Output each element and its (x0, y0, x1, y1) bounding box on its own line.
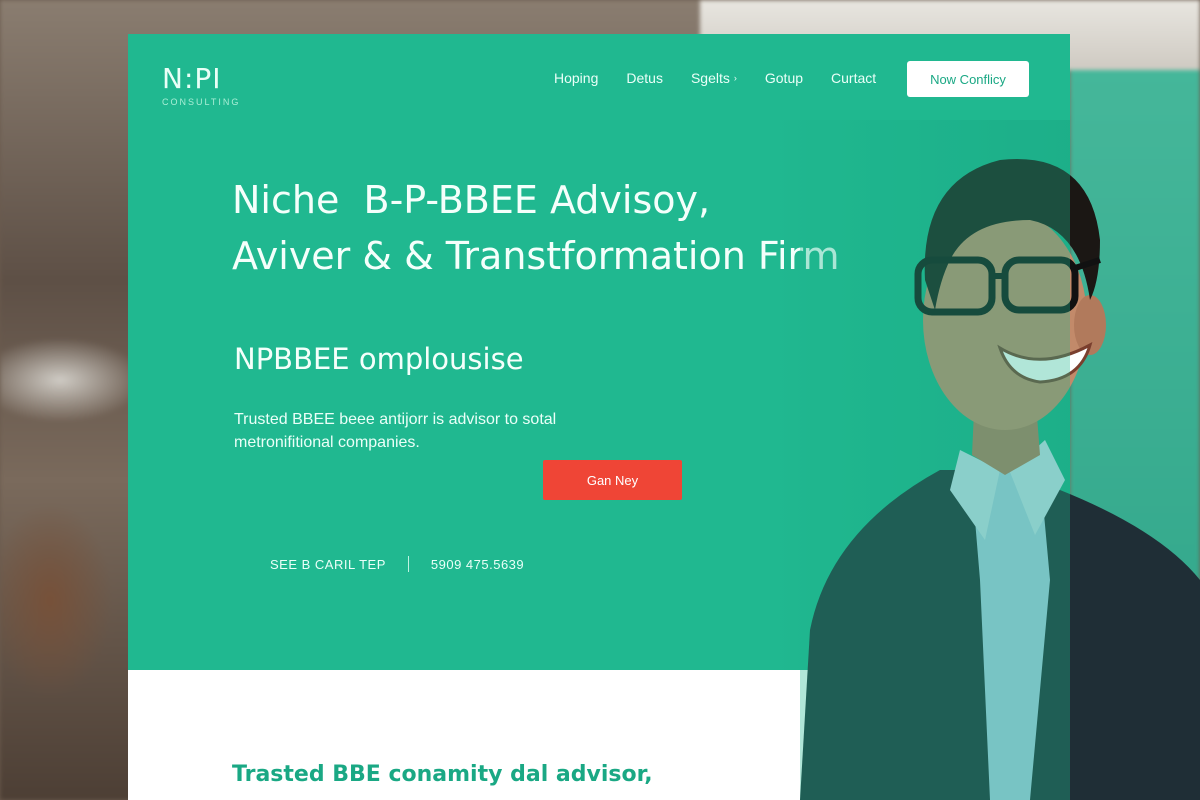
chevron-down-icon: › (733, 73, 737, 83)
section-title: Trasted BBE conamity dal advisor, (232, 762, 653, 787)
nav-label: Gotup (764, 70, 804, 86)
logo-tagline: CONSULTING (162, 97, 241, 107)
nav-item-hoping[interactable]: Hoping (554, 70, 598, 86)
hero-cta-button[interactable]: Gan Ney (543, 460, 682, 500)
hero-section: N:PI CONSULTING Hoping Detus Sgelts › Got… (128, 34, 1070, 670)
nav-label: Hoping (554, 70, 599, 86)
headline-line-1: Niche B-P-BBEE Advisoy, (232, 178, 711, 222)
nav-item-curtact[interactable]: Curtact (831, 70, 876, 86)
teal-wall (1070, 70, 1200, 800)
phone-number[interactable]: 5909 475.5639 (431, 557, 524, 572)
header-cta-button[interactable]: Now Conflicy (907, 61, 1029, 97)
divider (407, 556, 409, 572)
nav-item-sgelts[interactable]: Sgelts › (691, 70, 737, 86)
contact-row: SEE B CARIL TEP 5909 475.5639 (270, 556, 524, 572)
nav-label: Curtact (831, 70, 877, 86)
main-nav: Hoping Detus Sgelts › Gotup Curtact (554, 70, 904, 86)
hero-headline: Niche B-P-BBEE Advisoy, Aviver & & Trans… (232, 172, 872, 284)
website-page: N:PI CONSULTING Hoping Detus Sgelts › Got… (128, 34, 1070, 800)
hero-subheading: NPBBEE omplousise (234, 342, 524, 376)
logo-mark: N:PI (162, 62, 222, 95)
contact-link[interactable]: SEE B CARIL TEP (270, 557, 386, 572)
headline-line-2: Aviver & & Transtformation Firm (232, 234, 840, 278)
nav-label: Sgelts (690, 70, 730, 86)
nav-label: Detus (626, 70, 663, 86)
hero-description: Trusted BBEE beee antijorr is advisor to… (234, 411, 557, 451)
brand-logo[interactable]: N:PI CONSULTING (162, 62, 240, 107)
nav-item-gotup[interactable]: Gotup (765, 70, 803, 86)
nav-item-detus[interactable]: Detus (626, 70, 663, 86)
